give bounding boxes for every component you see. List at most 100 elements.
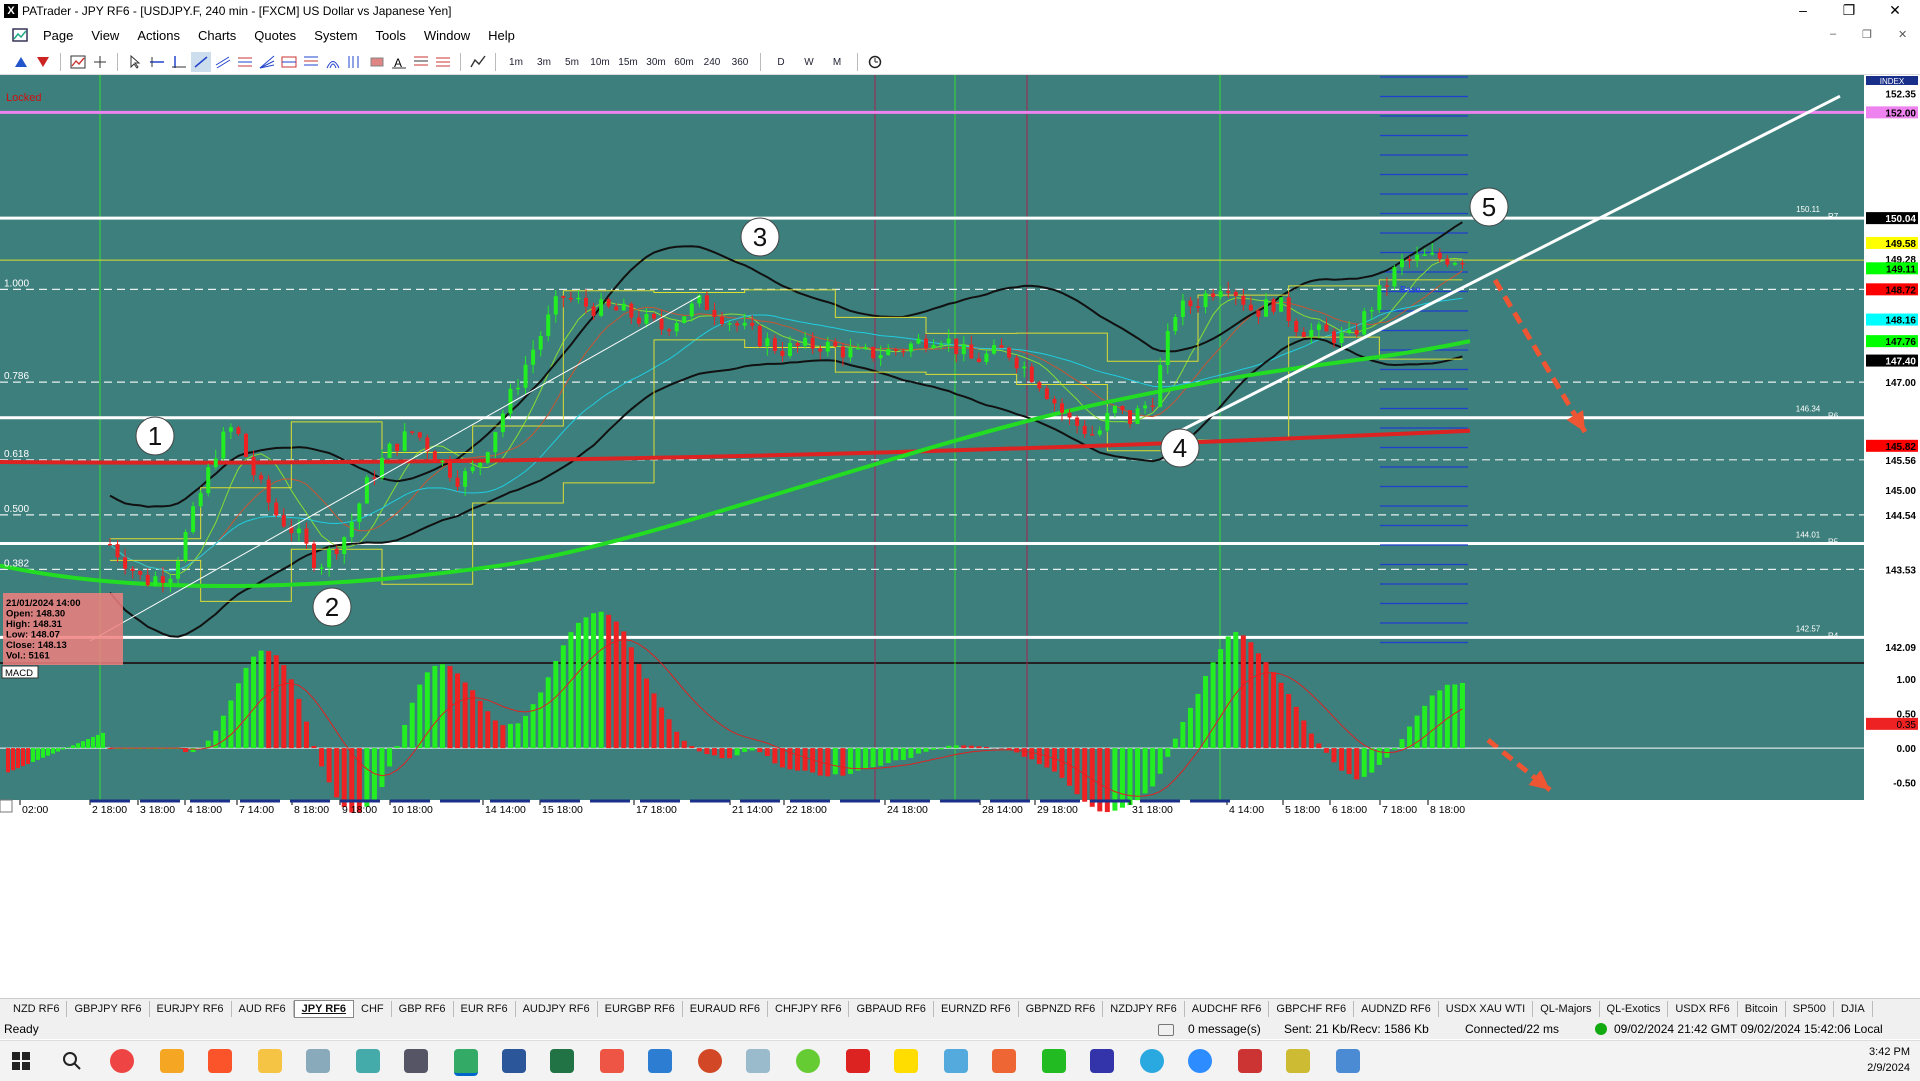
cursor-icon[interactable]: [125, 52, 145, 72]
n-app-icon[interactable]: [796, 1049, 820, 1073]
tab-gbpnzd-rf6[interactable]: GBPNZD RF6: [1019, 1001, 1104, 1017]
c-green-app-icon[interactable]: [1042, 1049, 1066, 1073]
zoom-icon[interactable]: [1188, 1049, 1212, 1073]
timeframe-30m[interactable]: 30m: [643, 52, 669, 72]
timeframe-60m[interactable]: 60m: [671, 52, 697, 72]
sticky-notes-icon[interactable]: [894, 1049, 918, 1073]
status-messages[interactable]: 0 message(s): [1188, 1022, 1261, 1036]
tab-bitcoin[interactable]: Bitcoin: [1738, 1001, 1786, 1017]
tab-audnzd-rf6[interactable]: AUDNZD RF6: [1354, 1001, 1439, 1017]
new-chart-icon[interactable]: [68, 52, 88, 72]
patrader-icon[interactable]: [356, 1049, 380, 1073]
mdi-close-button[interactable]: ✕: [1898, 28, 1907, 41]
chart-canvas[interactable]: 1234521/01/2024 14:00Open: 148.30High: 1…: [0, 75, 1920, 997]
tab-chf[interactable]: CHF: [354, 1001, 392, 1017]
buy-icon[interactable]: [11, 52, 31, 72]
fib-arc-icon[interactable]: [323, 52, 343, 72]
tab-eurnzd-rf6[interactable]: EURNZD RF6: [934, 1001, 1019, 1017]
tab-ql-majors[interactable]: QL-Majors: [1533, 1001, 1599, 1017]
tab-djia[interactable]: DJIA: [1834, 1001, 1873, 1017]
c-app-icon[interactable]: [992, 1049, 1016, 1073]
minimize-button[interactable]: –: [1780, 0, 1826, 22]
red-app-icon[interactable]: [846, 1049, 870, 1073]
close-button[interactable]: ✕: [1872, 0, 1918, 22]
channel-icon[interactable]: [213, 52, 233, 72]
telegram-icon[interactable]: [1140, 1049, 1164, 1073]
powerpoint-icon[interactable]: [698, 1049, 722, 1073]
media-app-icon[interactable]: [1090, 1049, 1114, 1073]
restore-button[interactable]: ❐: [1826, 0, 1872, 22]
timeframe-360[interactable]: 360: [727, 52, 753, 72]
s-app-icon[interactable]: [600, 1049, 624, 1073]
sell-icon[interactable]: [33, 52, 53, 72]
tab-audjpy-rf6[interactable]: AUDJPY RF6: [516, 1001, 598, 1017]
text-icon[interactable]: A: [389, 52, 409, 72]
rectangle-icon[interactable]: [367, 52, 387, 72]
chrome-icon[interactable]: [110, 1049, 134, 1073]
tab-usdx-rf6[interactable]: USDX RF6: [1668, 1001, 1737, 1017]
photos-icon[interactable]: [1336, 1049, 1360, 1073]
tab-usdx-xau-wti[interactable]: USDX XAU WTI: [1439, 1001, 1533, 1017]
patrader-active-icon[interactable]: [454, 1049, 478, 1076]
tab-jpy-rf6[interactable]: JPY RF6: [294, 1000, 354, 1018]
tab-gbp-rf6[interactable]: GBP RF6: [392, 1001, 454, 1017]
fibonacci-icon[interactable]: [235, 52, 255, 72]
timeframe-240[interactable]: 240: [699, 52, 725, 72]
tab-gbpaud-rf6[interactable]: GBPAUD RF6: [849, 1001, 933, 1017]
tab-eurgbp-rf6[interactable]: EURGBP RF6: [598, 1001, 683, 1017]
tab-gbpchf-rf6[interactable]: GBPCHF RF6: [1269, 1001, 1354, 1017]
tab-eur-rf6[interactable]: EUR RF6: [454, 1001, 516, 1017]
screen-app-icon[interactable]: [944, 1049, 968, 1073]
message-icon[interactable]: [1158, 1024, 1174, 1036]
start-icon[interactable]: [10, 1050, 32, 1072]
brave-icon[interactable]: [208, 1049, 232, 1073]
vertical-line-icon[interactable]: [169, 52, 189, 72]
menu-charts[interactable]: Charts: [189, 28, 245, 43]
notepad-icon[interactable]: [306, 1049, 330, 1073]
mail-icon[interactable]: [160, 1049, 184, 1073]
gann-icon[interactable]: [411, 52, 431, 72]
indicator-icon[interactable]: [468, 52, 488, 72]
menu-tools[interactable]: Tools: [367, 28, 415, 43]
search-icon[interactable]: [60, 1049, 84, 1073]
clock-icon[interactable]: [865, 52, 885, 72]
tab-ql-exotics[interactable]: QL-Exotics: [1600, 1001, 1669, 1017]
timeframe-5m[interactable]: 5m: [559, 52, 585, 72]
fib-fan-icon[interactable]: [257, 52, 277, 72]
excel-icon[interactable]: [550, 1049, 574, 1073]
andrews-pitchfork-icon[interactable]: [433, 52, 453, 72]
timeframe-3m[interactable]: 3m: [531, 52, 557, 72]
menu-system[interactable]: System: [305, 28, 366, 43]
file-explorer-icon[interactable]: [258, 1049, 282, 1073]
fib-time-icon[interactable]: [345, 52, 365, 72]
mdi-restore-button[interactable]: ❐: [1862, 28, 1872, 41]
menu-quotes[interactable]: Quotes: [245, 28, 305, 43]
tab-aud-rf6[interactable]: AUD RF6: [232, 1001, 294, 1017]
tab-sp500[interactable]: SP500: [1786, 1001, 1834, 1017]
star-app-icon[interactable]: [1286, 1049, 1310, 1073]
scroll-left-button[interactable]: [0, 800, 12, 812]
menu-view[interactable]: View: [82, 28, 128, 43]
fib-retracement-icon[interactable]: [279, 52, 299, 72]
timeframe-w[interactable]: W: [796, 52, 822, 72]
timeframe-10m[interactable]: 10m: [587, 52, 613, 72]
horizontal-line-icon[interactable]: [147, 52, 167, 72]
chart-app-icon[interactable]: [746, 1049, 770, 1073]
s-blue-app-icon[interactable]: [648, 1049, 672, 1073]
tab-chfjpy-rf6[interactable]: CHFJPY RF6: [768, 1001, 849, 1017]
calculator-icon[interactable]: [404, 1049, 428, 1073]
timeframe-15m[interactable]: 15m: [615, 52, 641, 72]
trendline-icon[interactable]: [191, 52, 211, 72]
tab-audchf-rf6[interactable]: AUDCHF RF6: [1185, 1001, 1270, 1017]
fib-extension-icon[interactable]: [301, 52, 321, 72]
timeframe-d[interactable]: D: [768, 52, 794, 72]
tab-nzd-rf6[interactable]: NZD RF6: [6, 1001, 67, 1017]
menu-page[interactable]: Page: [34, 28, 82, 43]
tab-nzdjpy-rf6[interactable]: NZDJPY RF6: [1103, 1001, 1184, 1017]
timeframe-m[interactable]: M: [824, 52, 850, 72]
taskbar-clock[interactable]: 3:42 PM 2/9/2024: [1867, 1044, 1910, 1076]
menu-actions[interactable]: Actions: [128, 28, 189, 43]
word-icon[interactable]: [502, 1049, 526, 1073]
menu-help[interactable]: Help: [479, 28, 524, 43]
tab-eurjpy-rf6[interactable]: EURJPY RF6: [150, 1001, 232, 1017]
